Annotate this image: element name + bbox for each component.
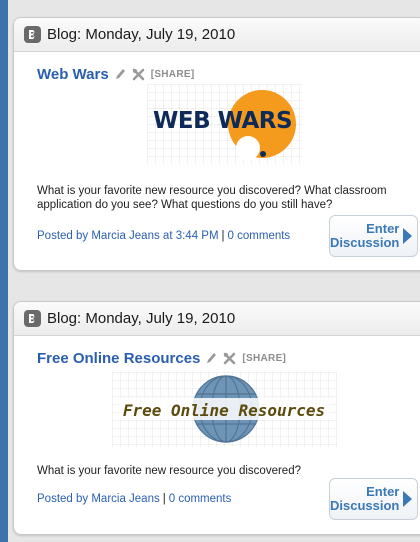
post-body-text: What is your favorite new resource you d… (37, 185, 387, 211)
comments-link[interactable]: 0 comments (169, 493, 232, 505)
arrow-right-icon (402, 227, 414, 245)
post-date-header: Blog: Monday, July 19, 2010 (47, 310, 236, 327)
free-online-resources-logo-image: Free Online Resources (112, 372, 337, 452)
arrow-right-icon (402, 490, 414, 508)
enter-discussion-button[interactable]: Enter Discussion (329, 215, 418, 257)
web-wars-logo-image: WEB WARS (147, 84, 302, 169)
enter-discussion-button[interactable]: Enter Discussion (329, 478, 418, 520)
svg-text:WEB WARS: WEB WARS (153, 108, 292, 134)
share-link[interactable]: [SHARE] (151, 69, 195, 80)
footer-separator: | (221, 230, 225, 242)
post-title-link[interactable]: Web Wars (37, 66, 109, 83)
enter-discussion-label: Enter Discussion (330, 484, 400, 513)
post-date-header: Blog: Monday, July 19, 2010 (47, 26, 236, 43)
tools-icon[interactable] (132, 68, 145, 81)
post-title-row: Web Wars [SHARE] (37, 64, 420, 84)
comments-link[interactable]: 0 comments (228, 230, 291, 242)
posted-by-link[interactable]: Posted by Marcia Jeans at 3:44 PM (37, 230, 219, 242)
post-title-link[interactable]: Free Online Resources (37, 350, 200, 367)
post-body-text: What is your favorite new resource you d… (37, 465, 301, 477)
pencil-icon[interactable] (206, 352, 217, 364)
posted-by-link[interactable]: Posted by Marcia Jeans (37, 493, 160, 505)
post-footer: Posted by Marcia Jeans | 0 comments (37, 493, 231, 505)
post-header: Blog: Monday, July 19, 2010 (14, 302, 420, 336)
blog-post-card: Blog: Monday, July 19, 2010 Web Wars [SH… (13, 17, 420, 271)
blog-post-card: Blog: Monday, July 19, 2010 Free Online … (13, 301, 420, 535)
svg-text:Free Online Resources: Free Online Resources (123, 401, 325, 420)
share-link[interactable]: [SHARE] (242, 353, 286, 364)
pencil-icon[interactable] (115, 68, 126, 80)
tools-icon[interactable] (223, 352, 236, 365)
post-footer: Posted by Marcia Jeans at 3:44 PM | 0 comm… (37, 230, 290, 242)
blogger-icon (24, 310, 41, 327)
post-title-row: Free Online Resources [SHARE] (37, 348, 420, 368)
footer-separator: | (162, 493, 166, 505)
blogger-icon (24, 26, 41, 43)
post-header: Blog: Monday, July 19, 2010 (14, 18, 420, 52)
enter-discussion-label: Enter Discussion (330, 221, 400, 250)
